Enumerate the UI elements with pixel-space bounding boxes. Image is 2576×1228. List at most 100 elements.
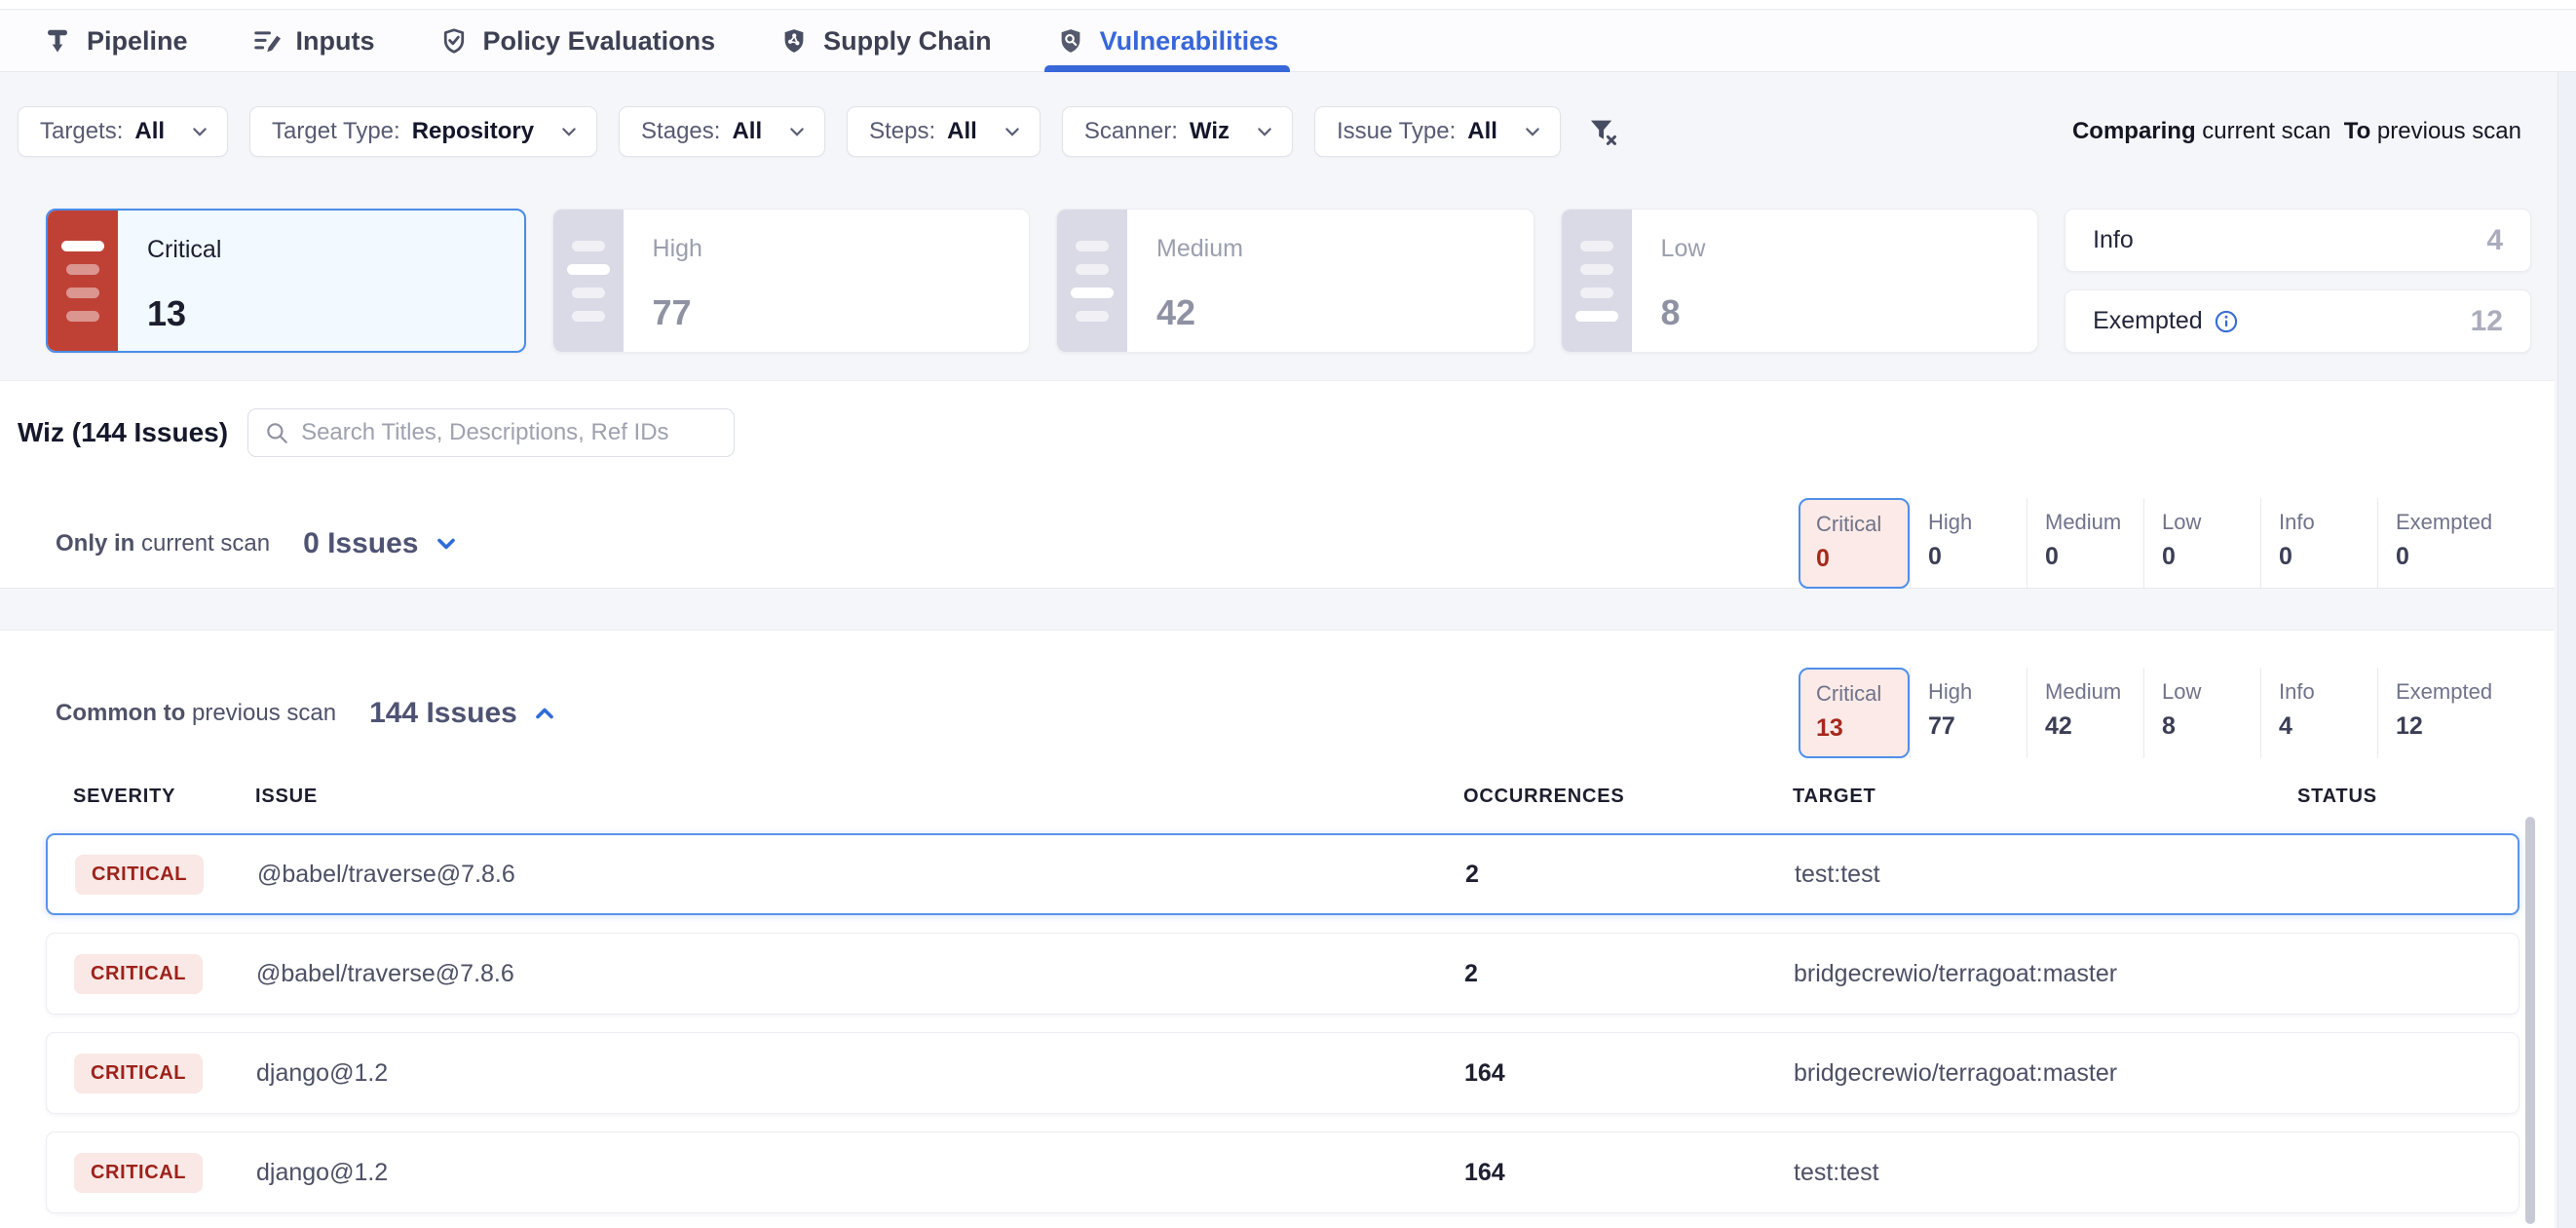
pill-count: 13: [1816, 714, 1908, 743]
pill-low[interactable]: Low 8: [2143, 668, 2260, 758]
inputs-icon: [252, 26, 282, 56]
vulnerabilities-icon: [1056, 26, 1085, 56]
tab-policy-evaluations[interactable]: Policy Evaluations: [439, 11, 716, 71]
table-row[interactable]: CRITICAL django@1.2 164 test:test: [46, 1132, 2519, 1213]
pill-count: 12: [2396, 712, 2494, 741]
right-rail: [2557, 72, 2576, 1228]
exempted-card-count: 12: [2471, 305, 2503, 338]
tab-supply-chain[interactable]: Supply Chain: [779, 11, 992, 71]
common-to-previous-scan-section: Common to previous scan 144 Issues Criti…: [0, 631, 2555, 758]
tab-vulnerabilities[interactable]: Vulnerabilities: [1056, 11, 1279, 71]
search-box: [247, 408, 735, 457]
severity-badge: CRITICAL: [74, 1153, 203, 1193]
pill-label: Exempted: [2396, 510, 2494, 535]
pill-label: Info: [2279, 679, 2377, 705]
scanner-title: Wiz (144 Issues): [18, 417, 228, 448]
pill-exempted[interactable]: Exempted 12: [2377, 668, 2494, 758]
table-row[interactable]: CRITICAL django@1.2 164 bridgecrewio/ter…: [46, 1032, 2519, 1114]
filter-issue-type[interactable]: Issue Type: All: [1314, 106, 1561, 157]
search-input[interactable]: [301, 419, 718, 446]
clear-filters-icon[interactable]: [1586, 115, 1619, 148]
pill-info[interactable]: Info 4: [2260, 668, 2377, 758]
pill-critical[interactable]: Critical 0: [1799, 498, 1910, 589]
comparing-text: Comparing current scan To previous scan: [2072, 118, 2521, 145]
pill-medium[interactable]: Medium 0: [2027, 498, 2143, 589]
pill-count: 0: [2162, 543, 2260, 571]
tab-inputs[interactable]: Inputs: [252, 11, 375, 71]
pill-high[interactable]: High 77: [1910, 668, 2027, 758]
info-card[interactable]: Info 4: [2065, 209, 2531, 272]
severity-meter-icon: [1562, 210, 1632, 352]
severity-card-label: Critical: [147, 236, 221, 264]
info-icon[interactable]: [2215, 310, 2238, 333]
filter-value: All: [947, 118, 977, 145]
pill-label: Exempted: [2396, 679, 2494, 705]
issue-cell: django@1.2: [256, 1159, 1464, 1187]
pill-label: Medium: [2045, 679, 2143, 705]
severity-meter-icon: [1057, 210, 1127, 352]
tab-label: Pipeline: [87, 26, 188, 57]
severity-card-low[interactable]: Low 8: [1561, 209, 2039, 353]
supply-chain-icon: [779, 26, 809, 56]
pill-low[interactable]: Low 0: [2143, 498, 2260, 589]
top-strip: [0, 0, 2576, 10]
filter-scanner[interactable]: Scanner: Wiz: [1062, 106, 1293, 157]
pill-count: 0: [1928, 543, 2027, 571]
pill-count: 0: [2279, 543, 2377, 571]
target-cell: bridgecrewio/terragoat:master: [1794, 960, 2298, 988]
severity-card-medium[interactable]: Medium 42: [1056, 209, 1534, 353]
filter-targets[interactable]: Targets: All: [18, 106, 228, 157]
pill-label: Low: [2162, 510, 2260, 535]
pill-label: Critical: [1816, 681, 1908, 707]
severity-card-critical[interactable]: Critical 13: [46, 209, 526, 353]
table-row[interactable]: CRITICAL @babel/traverse@7.8.6 2 test:te…: [46, 833, 2519, 915]
tab-label: Vulnerabilities: [1100, 26, 1279, 57]
chevron-down-icon: [1255, 122, 1274, 141]
issues-count: 0 Issues: [303, 527, 418, 560]
severity-card-label: Medium: [1156, 235, 1243, 263]
column-issue: ISSUE: [255, 786, 1463, 808]
target-cell: test:test: [1795, 861, 2299, 889]
pill-label: Info: [2279, 510, 2377, 535]
only-in-issues-toggle[interactable]: 0 Issues: [303, 527, 459, 560]
pill-high[interactable]: High 0: [1910, 498, 2027, 589]
severity-card-label: Low: [1661, 235, 1706, 263]
pill-info[interactable]: Info 0: [2260, 498, 2377, 589]
pill-critical[interactable]: Critical 13: [1799, 668, 1910, 758]
pill-medium[interactable]: Medium 42: [2027, 668, 2143, 758]
severity-card-count: 8: [1661, 292, 1706, 333]
vulnerabilities-page: Pipeline Inputs Policy Evaluations Suppl…: [0, 0, 2576, 1228]
tab-label: Supply Chain: [823, 26, 992, 57]
column-target: TARGET: [1793, 786, 2297, 808]
policy-evaluations-icon: [439, 26, 469, 56]
pill-label: Low: [2162, 679, 2260, 705]
pill-count: 77: [1928, 712, 2027, 741]
occurrences-cell: 164: [1464, 1059, 1794, 1088]
column-severity: SEVERITY: [73, 786, 255, 808]
filter-label: Stages:: [641, 118, 720, 145]
severity-cards-row: Critical 13 High 77 Medium 42 Low 8: [0, 209, 2555, 353]
filter-stages[interactable]: Stages: All: [619, 106, 825, 157]
pill-count: 4: [2279, 712, 2377, 741]
pill-count: 0: [2045, 543, 2143, 571]
chevron-down-icon: [559, 122, 579, 141]
severity-badge: CRITICAL: [74, 954, 203, 994]
severity-card-count: 77: [653, 292, 702, 333]
search-icon: [264, 420, 289, 445]
filter-steps[interactable]: Steps: All: [847, 106, 1041, 157]
common-to-issues-toggle[interactable]: 144 Issues: [369, 697, 558, 730]
chevron-down-icon: [1523, 122, 1542, 141]
pill-label: High: [1928, 510, 2027, 535]
table-row[interactable]: CRITICAL @babel/traverse@7.8.6 2 bridgec…: [46, 933, 2519, 1015]
pill-label: Medium: [2045, 510, 2143, 535]
side-cards-column: Info 4 Exempted 12: [2065, 209, 2531, 353]
filter-target-type[interactable]: Target Type: Repository: [249, 106, 597, 157]
filter-row: Targets: All Target Type: Repository Sta…: [0, 94, 2555, 170]
severity-card-high[interactable]: High 77: [552, 209, 1031, 353]
tab-pipeline[interactable]: Pipeline: [43, 11, 188, 71]
exempted-card[interactable]: Exempted 12: [2065, 289, 2531, 353]
pill-exempted[interactable]: Exempted 0: [2377, 498, 2494, 589]
vertical-scrollbar[interactable]: [2525, 817, 2535, 1224]
filter-value: All: [1467, 118, 1497, 145]
pill-count: 42: [2045, 712, 2143, 741]
